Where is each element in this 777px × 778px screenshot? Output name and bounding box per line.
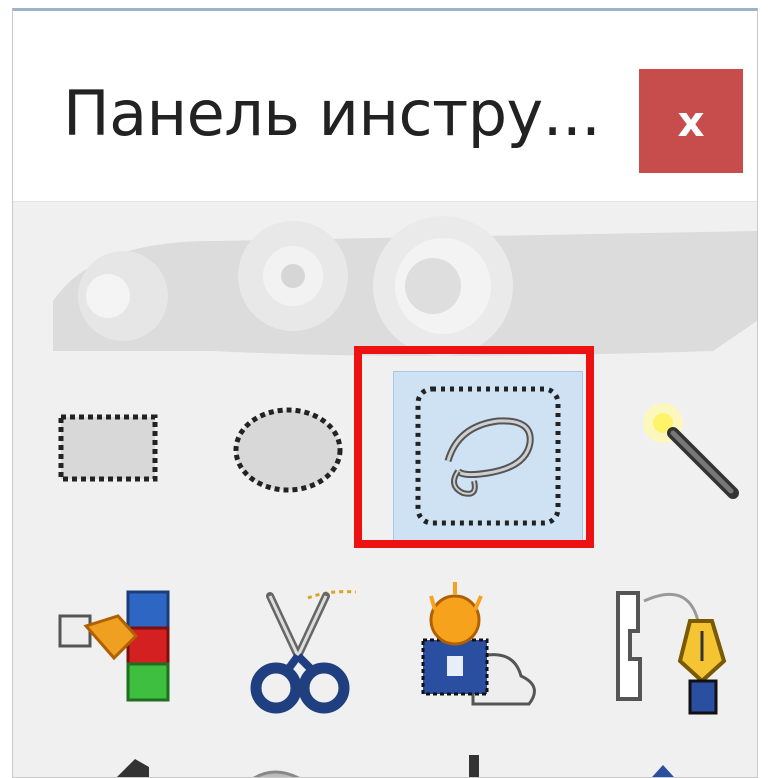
select-by-color-tool[interactable] — [43, 571, 193, 721]
rect-select-icon — [58, 414, 158, 482]
close-icon: x — [677, 96, 705, 146]
free-select-tool[interactable] — [393, 371, 583, 541]
ellipse-select-icon — [233, 407, 343, 493]
lasso-icon — [415, 386, 561, 526]
color-select-icon — [58, 590, 170, 702]
foreground-select-icon — [421, 582, 536, 706]
window-title: Панель инстру... — [63, 77, 601, 150]
toolbox-window: Панель инстру... x — [12, 8, 758, 778]
pen-path-icon — [616, 591, 727, 715]
magic-wand-icon — [643, 403, 739, 499]
scissors-icon — [250, 590, 357, 714]
foreground-select-tool[interactable] — [403, 571, 553, 721]
ellipse-select-tool[interactable] — [213, 373, 363, 523]
rect-select-tool[interactable] — [33, 373, 183, 523]
fuzzy-select-tool[interactable] — [613, 373, 757, 523]
paths-tool[interactable] — [598, 571, 748, 721]
close-button[interactable]: x — [639, 69, 743, 173]
scissors-select-tool[interactable] — [223, 571, 373, 721]
title-bar[interactable]: Панель инстру... x — [13, 11, 757, 202]
partial-tool-row — [117, 755, 674, 777]
wilber-banner — [53, 216, 757, 356]
